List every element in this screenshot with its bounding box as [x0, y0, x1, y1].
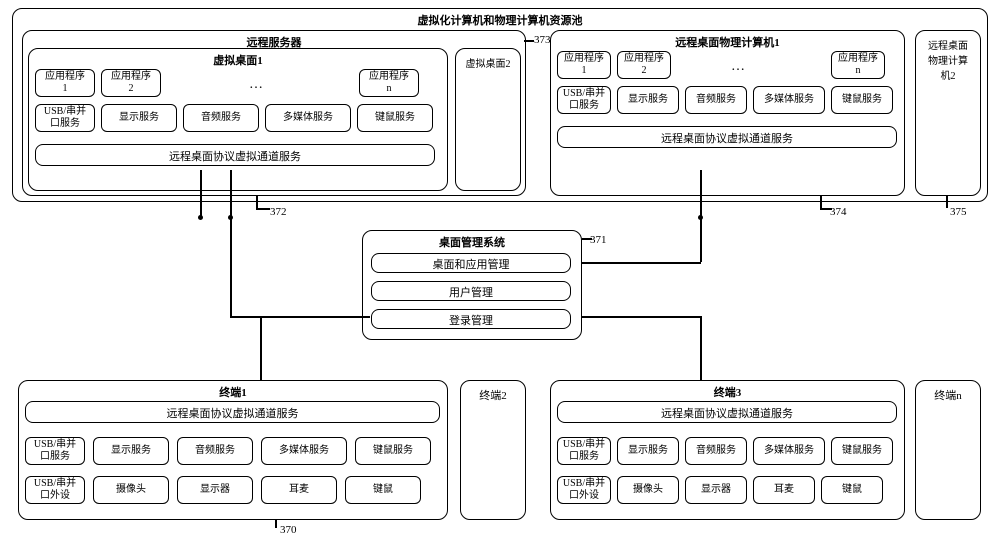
t2-title: 终端2: [461, 381, 525, 409]
t1-svc-media: 多媒体服务: [261, 437, 347, 465]
vd1-ellipsis: …: [249, 77, 263, 93]
dms-item-1: 桌面和应用管理: [371, 253, 571, 273]
t3-hw-usb: USB/串并 口外设: [557, 476, 611, 504]
virtual-desktop-1: 虚拟桌面1 应用程序 1 应用程序 2 … 应用程序 n USB/串并 口服务 …: [28, 48, 448, 191]
pc2-title: 远程桌面 物理计算 机2: [916, 31, 980, 88]
pool-title: 虚拟化计算机和物理计算机资源池: [13, 9, 987, 31]
vd1-app-n: 应用程序 n: [359, 69, 419, 97]
connector: [524, 40, 534, 42]
t1-svc-usb: USB/串并 口服务: [25, 437, 85, 465]
dms-item-3: 登录管理: [371, 309, 571, 329]
dms-item-2: 用户管理: [371, 281, 571, 301]
t1-hw-disp: 显示器: [177, 476, 253, 504]
label-375: 375: [950, 206, 967, 218]
physical-computer-1: 远程桌面物理计算机1 应用程序 1 应用程序 2 … 应用程序 n USB/串并…: [550, 30, 905, 196]
t3-hw-cam: 摄像头: [617, 476, 679, 504]
t1-hw-km: 键鼠: [345, 476, 421, 504]
t1-svc-display: 显示服务: [93, 437, 169, 465]
vd1-svc-km: 键鼠服务: [357, 104, 433, 132]
t3-title: 终端3: [551, 381, 904, 403]
pc1-svc-media: 多媒体服务: [753, 86, 825, 114]
connector-dot: [198, 215, 203, 220]
t1-channel: 远程桌面协议虚拟通道服务: [25, 401, 440, 423]
vd1-svc-audio: 音频服务: [183, 104, 259, 132]
connector: [256, 196, 258, 208]
t3-hw-km: 键鼠: [821, 476, 883, 504]
connector: [230, 316, 370, 318]
terminal-1: 终端1 远程桌面协议虚拟通道服务 USB/串并 口服务 显示服务 音频服务 多媒…: [18, 380, 448, 520]
label-373: 373: [534, 34, 551, 46]
connector: [946, 196, 948, 208]
connector: [820, 208, 832, 210]
t3-hw-disp: 显示器: [685, 476, 747, 504]
virtual-desktop-2: 虚拟桌面2: [455, 48, 521, 191]
pc1-svc-usb: USB/串并 口服务: [557, 86, 611, 114]
pc1-svc-audio: 音频服务: [685, 86, 747, 114]
terminal-n: 终端n: [915, 380, 981, 520]
t3-svc-audio: 音频服务: [685, 437, 747, 465]
connector: [700, 316, 702, 380]
pc1-svc-km: 键鼠服务: [831, 86, 893, 114]
vd1-svc-media: 多媒体服务: [265, 104, 351, 132]
t1-title: 终端1: [19, 381, 447, 403]
connector-dot: [228, 215, 233, 220]
label-370: 370: [280, 524, 297, 536]
t1-hw-cam: 摄像头: [93, 476, 169, 504]
label-372: 372: [270, 206, 287, 218]
t3-svc-media: 多媒体服务: [753, 437, 825, 465]
vd2-title: 虚拟桌面2: [456, 49, 520, 76]
vd1-channel: 远程桌面协议虚拟通道服务: [35, 144, 435, 166]
terminal-2: 终端2: [460, 380, 526, 520]
desktop-management-system: 桌面管理系统 桌面和应用管理 用户管理 登录管理: [362, 230, 582, 340]
pc1-channel: 远程桌面协议虚拟通道服务: [557, 126, 897, 148]
label-374: 374: [830, 206, 847, 218]
pc1-ellipsis: …: [731, 59, 745, 75]
t3-svc-usb: USB/串并 口服务: [557, 437, 611, 465]
connector: [582, 262, 701, 264]
label-371: 371: [590, 234, 607, 246]
t1-svc-audio: 音频服务: [177, 437, 253, 465]
connector: [820, 196, 822, 208]
vd1-app-1: 应用程序 1: [35, 69, 95, 97]
t3-svc-display: 显示服务: [617, 437, 679, 465]
t1-hw-usb: USB/串并 口外设: [25, 476, 85, 504]
t3-channel: 远程桌面协议虚拟通道服务: [557, 401, 897, 423]
connector: [275, 520, 277, 528]
dms-title: 桌面管理系统: [363, 231, 581, 253]
t3-svc-km: 键鼠服务: [831, 437, 893, 465]
tn-title: 终端n: [916, 381, 980, 409]
t1-hw-ear: 耳麦: [261, 476, 337, 504]
connector-dot: [698, 215, 703, 220]
connector: [260, 316, 262, 380]
pc1-app-1: 应用程序 1: [557, 51, 611, 79]
connector: [230, 170, 232, 316]
pc1-title: 远程桌面物理计算机1: [551, 31, 904, 53]
pc1-app-2: 应用程序 2: [617, 51, 671, 79]
t3-hw-ear: 耳麦: [753, 476, 815, 504]
connector: [582, 238, 592, 240]
terminal-3: 终端3 远程桌面协议虚拟通道服务 USB/串并 口服务 显示服务 音频服务 多媒…: [550, 380, 905, 520]
vd1-svc-display: 显示服务: [101, 104, 177, 132]
t1-svc-km: 键鼠服务: [355, 437, 431, 465]
pc1-svc-display: 显示服务: [617, 86, 679, 114]
connector: [200, 170, 202, 218]
connector: [582, 316, 701, 318]
physical-computer-2: 远程桌面 物理计算 机2: [915, 30, 981, 196]
pc1-app-n: 应用程序 n: [831, 51, 885, 79]
vd1-svc-usb: USB/串并 口服务: [35, 104, 95, 132]
vd1-app-2: 应用程序 2: [101, 69, 161, 97]
connector: [256, 208, 270, 210]
vd1-title: 虚拟桌面1: [29, 49, 447, 71]
